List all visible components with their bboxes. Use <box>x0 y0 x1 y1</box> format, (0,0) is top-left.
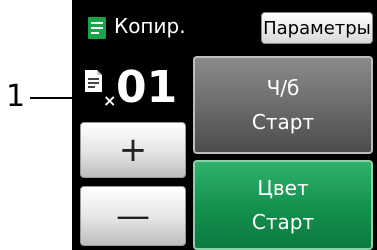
options-button-label: Параметры <box>263 17 371 39</box>
minus-icon: — <box>116 196 150 236</box>
color-start-line1: Цвет <box>257 176 309 200</box>
copy-document-icon <box>88 17 106 39</box>
mono-start-line1: Ч/б <box>266 76 300 100</box>
increase-copies-button[interactable]: + <box>80 122 186 178</box>
decrease-copies-button[interactable]: — <box>80 186 186 246</box>
page-title: Копир. <box>114 14 186 38</box>
callout-number: 1 <box>6 79 26 114</box>
times-sign: × <box>103 91 117 110</box>
mono-start-line2: Старт <box>251 110 315 134</box>
mono-start-button[interactable]: Ч/б Старт <box>193 56 373 154</box>
copy-count: 01 <box>116 62 178 113</box>
lcd-screen: Копир. Параметры × 01 + — Ч/б Старт Цвет… <box>72 0 377 250</box>
color-start-line2: Старт <box>251 210 315 234</box>
options-button[interactable]: Параметры <box>261 12 373 44</box>
plus-icon: + <box>118 130 148 170</box>
color-start-button[interactable]: Цвет Старт <box>193 160 373 250</box>
copy-sheet-icon <box>85 70 102 92</box>
